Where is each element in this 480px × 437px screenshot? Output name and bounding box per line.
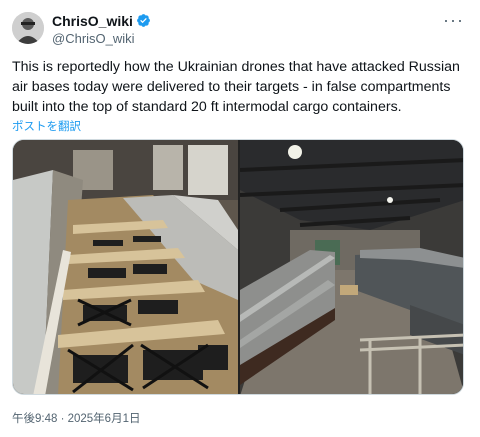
- post-timestamp[interactable]: 午後9:48 · 2025年6月1日: [12, 410, 140, 426]
- verified-badge-icon: [137, 14, 150, 27]
- avatar-photo-icon: [12, 12, 44, 44]
- author-info: ChrisO_wiki @ChrisO_wiki: [52, 12, 151, 46]
- translate-post-link[interactable]: ポストを翻訳: [12, 118, 81, 134]
- drones-in-container-roof-photo[interactable]: [13, 140, 238, 394]
- avatar[interactable]: [12, 12, 44, 44]
- author-display-name[interactable]: ChrisO_wiki: [52, 13, 133, 29]
- cargo-containers-in-warehouse-photo[interactable]: [240, 140, 463, 394]
- author-handle[interactable]: @ChrisO_wiki: [52, 31, 151, 46]
- tweet-card: ChrisO_wiki @ChrisO_wiki ··· This is rep…: [0, 0, 480, 437]
- more-options-icon[interactable]: ···: [443, 10, 464, 31]
- media-grid: [12, 139, 464, 395]
- tweet-text: This is reportedly how the Ukrainian dro…: [12, 59, 460, 115]
